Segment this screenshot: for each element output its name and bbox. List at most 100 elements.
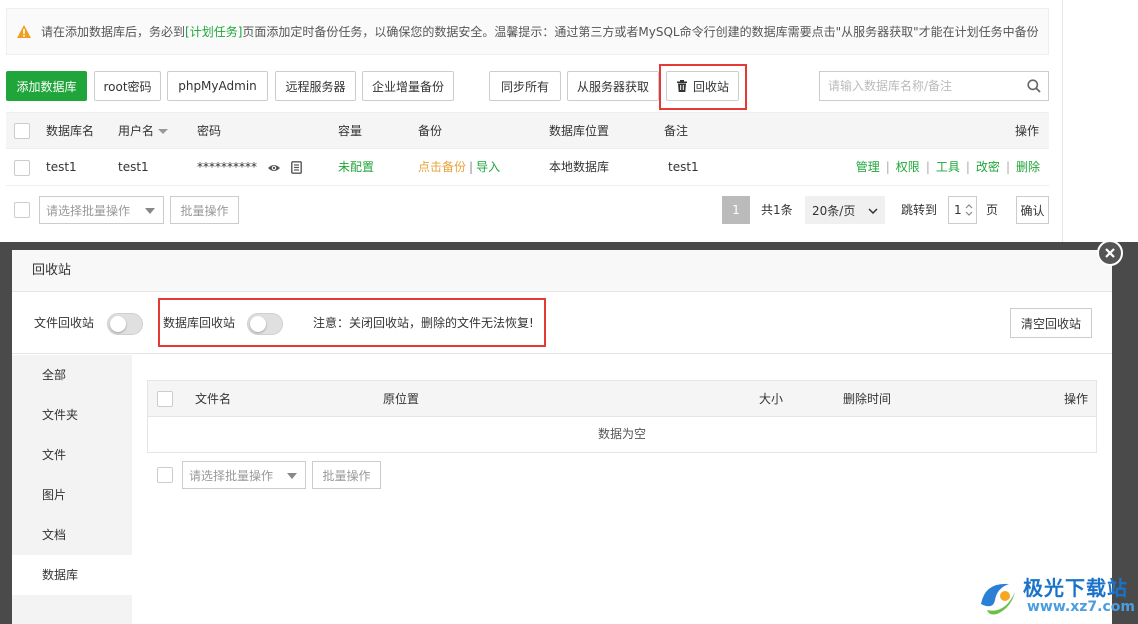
clear-recycle-button[interactable]: 清空回收站 [1010, 308, 1092, 338]
backup-link[interactable]: 点击备份 [418, 160, 466, 174]
empty-state: 数据为空 [147, 417, 1097, 453]
col-remark: 备注 [664, 124, 689, 138]
batch-select-text: 请选择批量操作 [46, 203, 131, 218]
db-search [819, 71, 1049, 101]
recycle-batch-select[interactable]: 请选择批量操作 [182, 461, 306, 489]
col-filename: 文件名 [195, 392, 232, 406]
database-page: 请在添加数据库后，务必到 [计划任务] 页面添加定时备份任务，以确保您的数据安全… [0, 0, 1138, 242]
phpmyadmin-button[interactable]: phpMyAdmin [167, 71, 268, 101]
jump-page-input[interactable]: 1 [948, 196, 977, 224]
eye-icon[interactable] [267, 163, 281, 173]
page-unit: 页 [986, 203, 999, 217]
recycle-batch-button[interactable]: 批量操作 [312, 461, 381, 489]
delete-link[interactable]: 删除 [1016, 160, 1040, 174]
col-db-name: 数据库名 [46, 124, 95, 138]
modal-title: 回收站 [32, 263, 72, 278]
search-icon[interactable] [1020, 72, 1048, 100]
sync-all-button[interactable]: 同步所有 [489, 71, 561, 101]
total-count: 共1条 [761, 203, 793, 217]
notice-text-after: 页面添加定时备份任务，以确保您的数据安全。温馨提示：通过第三方或者MySQL命令… [242, 25, 1039, 39]
root-password-button[interactable]: root密码 [94, 71, 161, 101]
incremental-backup-button[interactable]: 企业增量备份 [362, 71, 454, 101]
remote-server-button[interactable]: 远程服务器 [275, 71, 356, 101]
col-username-label: 用户名 [118, 124, 155, 138]
footer-select-all-checkbox[interactable] [14, 202, 30, 218]
notice-text-before: 请在添加数据库后，务必到 [41, 25, 186, 39]
side-item-document[interactable]: 文档 [12, 515, 132, 555]
sort-icon [158, 129, 169, 134]
row-actions: 管理 | 权限 | 工具 | 改密 | 删除 [855, 160, 1040, 174]
add-database-button[interactable]: 添加数据库 [6, 71, 87, 101]
page-number-current[interactable]: 1 [722, 196, 750, 224]
batch-operation-select[interactable]: 请选择批量操作 [39, 196, 164, 224]
import-link[interactable]: 导入 [476, 160, 500, 174]
backup-notice: 请在添加数据库后，务必到 [计划任务] 页面添加定时备份任务，以确保您的数据安全… [6, 8, 1049, 55]
password-mask: ********** [197, 160, 257, 174]
batch-operation-button[interactable]: 批量操作 [170, 196, 239, 224]
tools-link[interactable]: 工具 [936, 160, 960, 174]
watermark-logo-icon [981, 583, 1015, 615]
recycle-table-header: 文件名 原位置 大小 删除时间 操作 [147, 380, 1097, 417]
row-remark[interactable]: test1 [668, 149, 699, 186]
row-backup: 点击备份 | 导入 [418, 160, 501, 174]
per-page-select[interactable]: 20条/页 [805, 196, 885, 224]
side-item-all[interactable]: 全部 [12, 355, 132, 395]
database-table: 数据库名 用户名 密码 容量 备份 数据库位置 备注 操作 test1 test… [6, 112, 1049, 186]
side-item-folder[interactable]: 文件夹 [12, 395, 132, 435]
stepper-icon[interactable] [965, 203, 973, 217]
table-header: 数据库名 用户名 密码 容量 备份 数据库位置 备注 操作 [6, 112, 1049, 149]
schedule-task-link[interactable]: [计划任务] [185, 23, 242, 40]
file-recycle-label: 文件回收站 [34, 316, 95, 330]
site-watermark: 极光下载站 www.xz7.com [975, 572, 1135, 622]
col-username[interactable]: 用户名 [118, 113, 169, 150]
chevron-down-icon [145, 208, 155, 214]
per-page-text: 20条/页 [812, 203, 856, 218]
recycle-select-all-checkbox[interactable] [157, 391, 173, 407]
highlight-recycle-button [659, 64, 747, 110]
col-size: 大小 [759, 392, 784, 406]
col-recycle-actions: 操作 [1063, 392, 1088, 406]
close-icon [1105, 248, 1115, 258]
modal-header: 回收站 [12, 250, 1112, 292]
row-location: 本地数据库 [549, 160, 610, 174]
recycle-footer: 请选择批量操作 批量操作 [147, 461, 1097, 489]
db-search-input[interactable] [820, 72, 1020, 100]
file-recycle-toggle[interactable] [107, 313, 143, 335]
chevron-down-icon [287, 473, 297, 479]
highlight-db-recycle [158, 298, 546, 347]
warning-icon [17, 25, 31, 38]
col-backup: 备份 [418, 124, 443, 138]
chevron-down-icon [868, 208, 878, 214]
recycle-table: 文件名 原位置 大小 删除时间 操作 数据为空 [147, 380, 1097, 453]
col-location: 数据库位置 [549, 124, 610, 138]
col-password: 密码 [197, 124, 222, 138]
row-checkbox[interactable] [14, 160, 30, 176]
modal-close-button[interactable] [1097, 240, 1123, 266]
side-item-file[interactable]: 文件 [12, 435, 132, 475]
copy-icon[interactable] [290, 161, 302, 174]
manage-link[interactable]: 管理 [856, 160, 880, 174]
side-item-image[interactable]: 图片 [12, 475, 132, 515]
db-table-footer: 请选择批量操作 批量操作 1 共1条 20条/页 跳转到 1 页 确认 [6, 196, 1049, 224]
permission-link[interactable]: 权限 [896, 160, 920, 174]
watermark-url: www.xz7.com [1027, 599, 1135, 615]
select-all-checkbox[interactable] [14, 123, 30, 139]
row-username: test1 [118, 160, 149, 174]
recycle-batch-select-text: 请选择批量操作 [189, 468, 274, 483]
jump-page-value: 1 [954, 203, 962, 217]
col-origin: 原位置 [383, 392, 420, 406]
side-item-database[interactable]: 数据库 [12, 555, 132, 595]
scroll-gutter [1062, 0, 1138, 242]
change-password-link[interactable]: 改密 [976, 160, 1000, 174]
jump-label: 跳转到 [901, 203, 938, 217]
col-actions: 操作 [1014, 124, 1039, 138]
watermark-name: 极光下载站 [1023, 576, 1128, 600]
row-db-name: test1 [46, 160, 77, 174]
recycle-footer-checkbox[interactable] [157, 467, 173, 483]
recycle-category-menu: 全部 文件夹 文件 图片 文档 数据库 [12, 355, 132, 624]
jump-confirm-button[interactable]: 确认 [1016, 196, 1049, 224]
row-capacity[interactable]: 未配置 [338, 149, 374, 186]
table-row: test1 test1 ********** 未配置 点击备份 | 导入 本地数… [6, 149, 1049, 186]
col-capacity: 容量 [338, 124, 363, 138]
get-from-server-button[interactable]: 从服务器获取 [567, 71, 659, 101]
